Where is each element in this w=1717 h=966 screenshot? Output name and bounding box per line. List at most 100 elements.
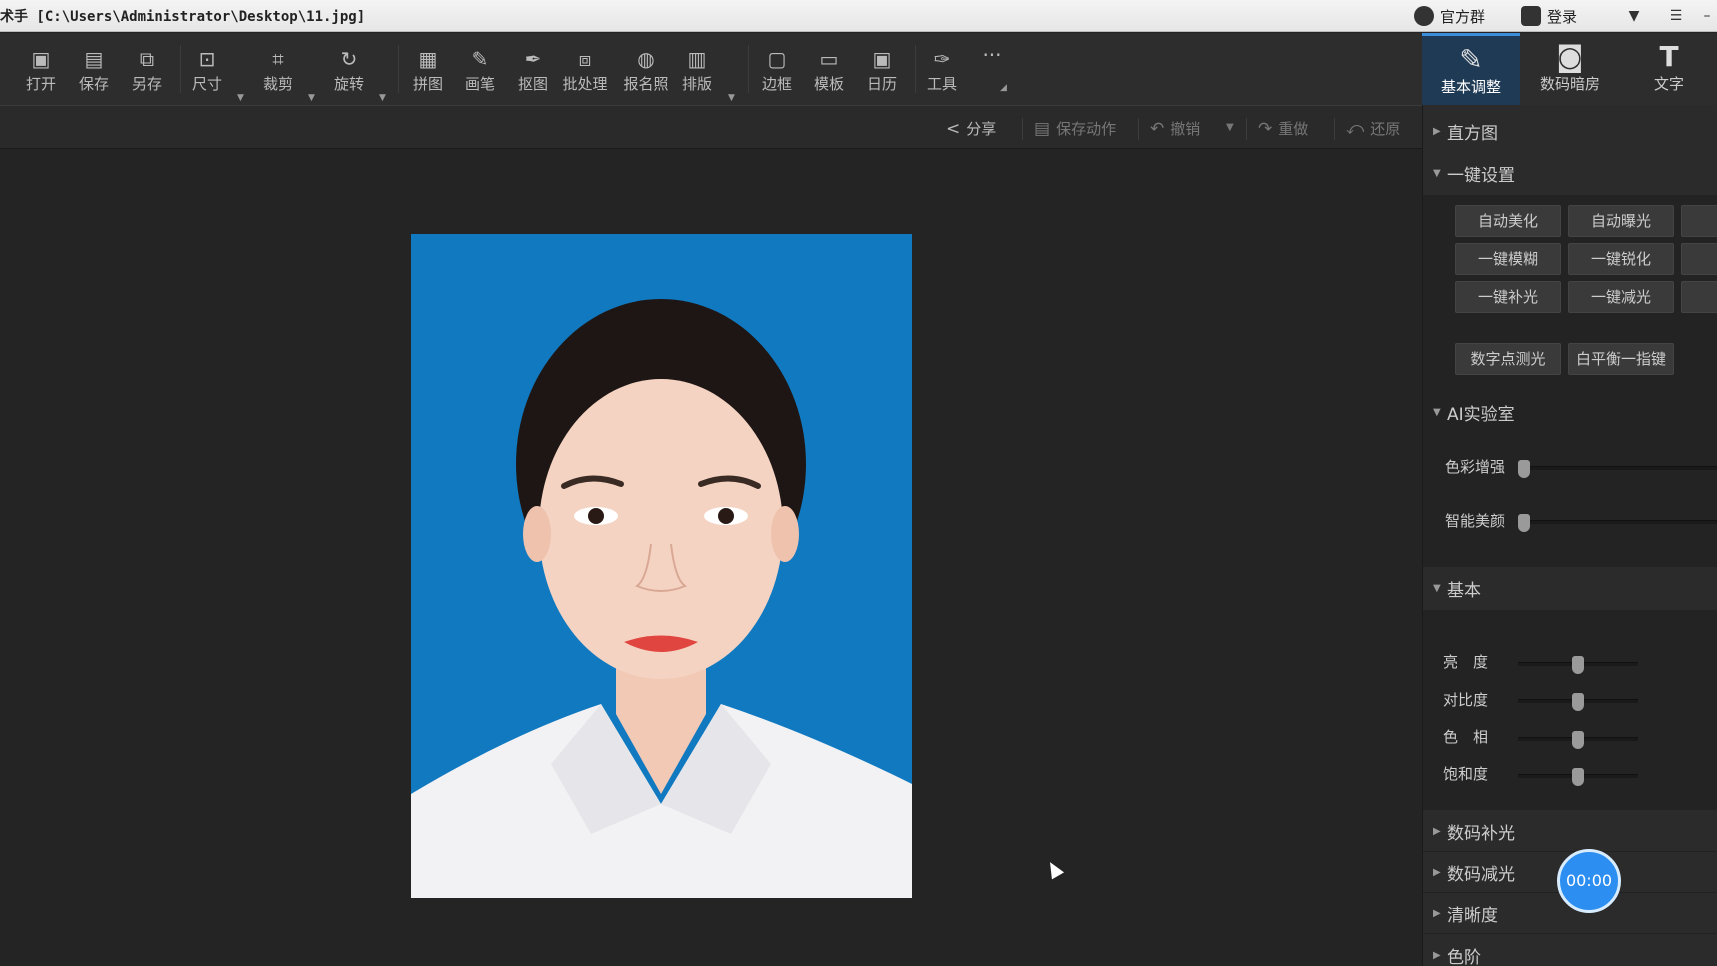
window-title: 术手 [C:\Users\Administrator\Desktop\11.jp… (0, 9, 366, 25)
caret-right-icon: ▶ (1433, 949, 1441, 961)
color-enhance-slider[interactable] (1518, 460, 1717, 478)
hue-slider[interactable] (1518, 731, 1638, 749)
open-image-icon: ▣ (31, 47, 51, 71)
redo-button[interactable]: ↷ 重做 (1258, 118, 1308, 139)
spot-metering-button[interactable]: 数字点测光 (1455, 343, 1561, 375)
adjust-panel: ▶直方图 ▼一键设置 自动美化 自动曝光 自动 一键模糊 一键锐化 严重 一键补… (1422, 105, 1717, 966)
cutout-button[interactable]: ✒ 抠图 (510, 47, 556, 94)
portrait-photo[interactable] (411, 234, 912, 898)
rotate-button[interactable]: ↻ 旋转 (326, 47, 372, 94)
caret-right-icon: ▶ (1433, 867, 1441, 878)
action-divider (1138, 118, 1139, 140)
size-dropdown-icon[interactable]: ▼ (237, 93, 247, 103)
globe-icon: ◍ (637, 47, 655, 71)
tab-digital-darkroom[interactable]: ◙ 数码暗房 (1521, 33, 1619, 105)
action-divider (1246, 118, 1247, 140)
redo-icon: ↷ (1258, 118, 1273, 139)
undo-button[interactable]: ↶ 撤销 (1150, 118, 1200, 139)
layout-icon: ▥ (687, 47, 707, 71)
official-group-link[interactable]: 官方群 (1413, 6, 1485, 27)
one-click-sharpen-button[interactable]: 一键锐化 (1568, 243, 1674, 275)
title-bar-actions: 官方群 登录 ▼ ☰ – (1413, 0, 1717, 32)
save-action-icon: ▤ (1034, 118, 1051, 139)
tab-basic-adjust[interactable]: ✎ 基本调整 (1422, 33, 1520, 105)
minimize-icon[interactable]: – (1697, 0, 1717, 32)
brush-button[interactable]: ✎ 画笔 (457, 47, 503, 94)
tools-button[interactable]: ✑ 工具 (919, 47, 965, 94)
section-histogram[interactable]: ▶ 直方图 (1423, 111, 1717, 151)
section-ai-lab[interactable]: ▼ AI实验室 (1423, 392, 1717, 432)
official-group-label: 官方群 (1439, 7, 1485, 26)
high-button[interactable]: 高 (1681, 281, 1717, 313)
save-action-button[interactable]: ▤ 保存动作 (1034, 118, 1116, 139)
border-button[interactable]: ▢ 边框 (754, 47, 800, 94)
color-enhance-thumb[interactable] (1518, 460, 1530, 478)
crop-button[interactable]: ⌗ 裁剪 (255, 47, 301, 94)
saturation-slider[interactable] (1518, 768, 1638, 786)
save-as-button[interactable]: ⧉ 另存 (124, 47, 170, 94)
rotate-dropdown-icon[interactable]: ▼ (379, 93, 389, 103)
section-digital-fill[interactable]: ▶ 数码补光 (1423, 812, 1717, 852)
template-button[interactable]: ▭ 模板 (806, 47, 852, 94)
main-toolbar: ▣ 打开 ▤ 保存 ⧉ 另存 ⊡ 尺寸 ▼ ⌗ 裁剪 ▼ ↻ 旋转 ▼ ▦ 拼图 ✎ 画笔 ✒ 抠… (0, 33, 1422, 105)
panel-tabs: ✎ 基本调整 ◙ 数码暗房 T 文字 (1422, 33, 1717, 105)
brightness-thumb[interactable] (1572, 656, 1584, 674)
tab-text[interactable]: T 文字 (1620, 33, 1717, 105)
portrait-illustration (411, 234, 912, 898)
undo-icon: ↶ (1150, 118, 1165, 139)
skin-icon[interactable]: ▼ (1613, 0, 1655, 32)
auto-exposure-button[interactable]: 自动曝光 (1568, 205, 1674, 237)
id-photo-button[interactable]: ◍ 报名照 (622, 47, 670, 94)
caret-down-icon: ▼ (1433, 406, 1441, 418)
collage-button[interactable]: ▦ 拼图 (405, 47, 451, 94)
more-button[interactable]: ··· (969, 43, 1015, 67)
contrast-label: 对比度 (1443, 691, 1489, 709)
layout-button[interactable]: ▥ 排版 (674, 47, 720, 94)
contrast-slider[interactable] (1518, 693, 1638, 711)
save-icon: ▤ (84, 47, 104, 71)
section-one-click[interactable]: ▼ 一键设置 (1423, 153, 1717, 193)
layout-dropdown-icon[interactable]: ▼ (728, 93, 738, 103)
crop-dropdown-icon[interactable]: ▼ (308, 93, 318, 103)
batch-button[interactable]: ⧈ 批处理 (561, 47, 609, 94)
undo-dropdown-icon[interactable]: ▼ (1226, 122, 1234, 133)
size-button[interactable]: ⊡ 尺寸 (184, 47, 230, 94)
template-icon: ▭ (819, 47, 839, 71)
hue-label: 色 相 (1443, 728, 1489, 746)
expand-corner-icon[interactable]: ◢ (1000, 83, 1010, 93)
section-levels[interactable]: ▶ 色阶 (1423, 935, 1717, 966)
chat-bubble-icon (1413, 6, 1434, 26)
crop-icon: ⌗ (272, 47, 284, 71)
calendar-button[interactable]: ▣ 日历 (859, 47, 905, 94)
share-button[interactable]: < 分享 (946, 118, 996, 139)
caret-right-icon: ▶ (1433, 125, 1441, 137)
smart-beauty-slider[interactable] (1518, 514, 1717, 532)
section-basic[interactable]: ▼ 基本 (1423, 568, 1717, 608)
hue-thumb[interactable] (1572, 731, 1584, 749)
auto-beautify-button[interactable]: 自动美化 (1455, 205, 1561, 237)
login-link[interactable]: 登录 (1520, 6, 1577, 27)
open-button[interactable]: ▣ 打开 (18, 47, 64, 94)
toolbar-divider (398, 45, 399, 93)
caret-down-icon: ▼ (1433, 167, 1441, 179)
saturation-label: 饱和度 (1443, 765, 1489, 783)
restore-icon: ⤺ (1346, 118, 1365, 139)
save-button[interactable]: ▤ 保存 (71, 47, 117, 94)
smart-beauty-thumb[interactable] (1518, 514, 1530, 532)
saturation-thumb[interactable] (1572, 768, 1584, 786)
severe-button[interactable]: 严重 (1681, 243, 1717, 275)
toolbar-divider (748, 45, 749, 93)
auto-more-button[interactable]: 自动 (1681, 205, 1717, 237)
brightness-slider[interactable] (1518, 656, 1638, 674)
one-click-reduce-light-button[interactable]: 一键减光 (1568, 281, 1674, 313)
edit-square-icon: ✎ (1459, 43, 1483, 76)
one-click-fill-light-button[interactable]: 一键补光 (1455, 281, 1561, 313)
recording-timer[interactable]: 00:00 (1557, 849, 1621, 913)
image-canvas[interactable] (0, 149, 1422, 966)
white-balance-button[interactable]: 白平衡一指键 (1568, 343, 1674, 375)
restore-button[interactable]: ⤺ 还原 (1346, 118, 1400, 139)
ai-lab-body: 色彩增强 智能美颜 (1423, 434, 1717, 567)
menu-icon[interactable]: ☰ (1655, 0, 1697, 32)
contrast-thumb[interactable] (1572, 693, 1584, 711)
one-click-blur-button[interactable]: 一键模糊 (1455, 243, 1561, 275)
